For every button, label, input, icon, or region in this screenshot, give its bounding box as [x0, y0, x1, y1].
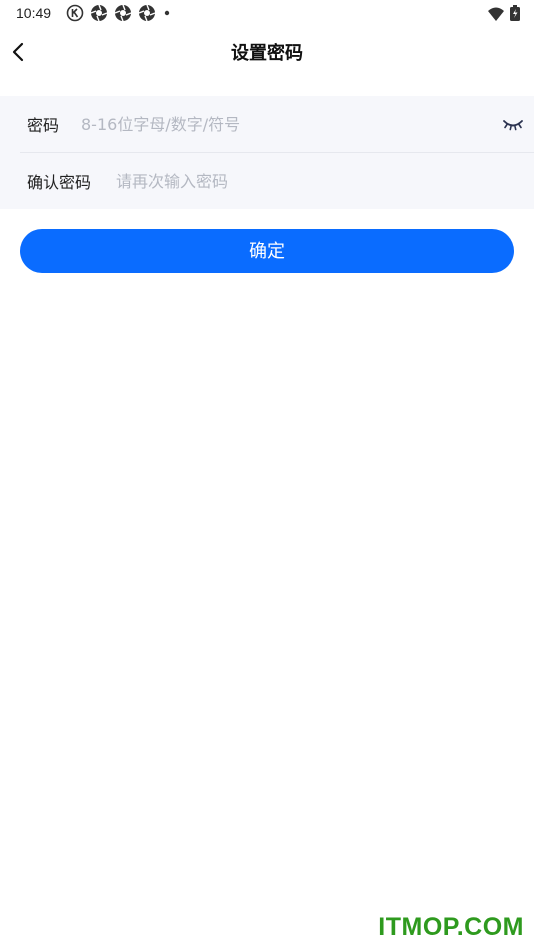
- page-title: 设置密码: [231, 43, 303, 64]
- confirm-password-row: 确认密码: [0, 153, 534, 209]
- watermark-logo: ITMOP.COM: [378, 913, 524, 941]
- notification-icons: [66, 4, 172, 22]
- password-label: 密码: [27, 116, 60, 135]
- eye-closed-icon[interactable]: [502, 116, 524, 132]
- k-circle-icon: [66, 4, 84, 22]
- confirm-button[interactable]: 确定: [20, 229, 514, 273]
- aperture-icon: [138, 4, 156, 22]
- header: 设置密码: [0, 28, 534, 76]
- status-time: 10:49: [16, 5, 52, 21]
- password-input[interactable]: [81, 112, 481, 136]
- confirm-password-input[interactable]: [116, 169, 496, 193]
- confirm-password-label: 确认密码: [27, 173, 92, 192]
- system-icons: [488, 5, 520, 25]
- status-bar: 10:49: [0, 0, 534, 28]
- dot-icon: [162, 4, 172, 22]
- aperture-icon: [114, 4, 132, 22]
- aperture-icon: [90, 4, 108, 22]
- password-form: 密码 确认密码: [0, 96, 534, 209]
- battery-charging-icon: [510, 5, 520, 25]
- password-row: 密码: [0, 96, 534, 152]
- wifi-icon: [488, 6, 504, 25]
